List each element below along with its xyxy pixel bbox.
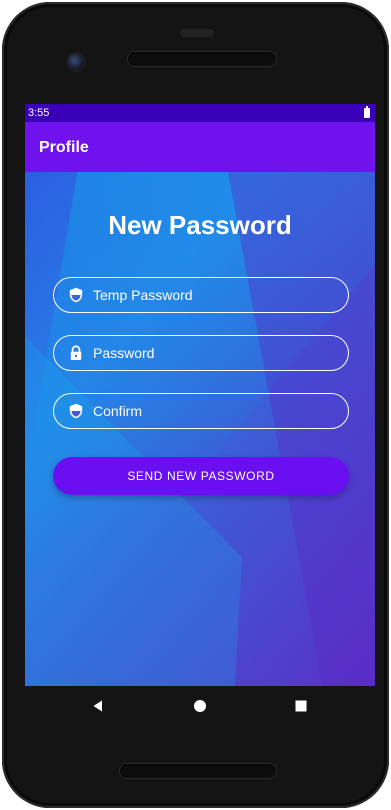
shield-icon [68, 287, 84, 303]
lock-icon [68, 345, 84, 361]
password-input[interactable] [93, 345, 333, 361]
page-title: New Password [108, 210, 292, 240]
phone-frame: 3:55 Profile New Password SEND NEW PASSW… [2, 2, 389, 808]
status-time: 3:55 [28, 107, 50, 119]
battery-icon [364, 106, 370, 118]
app-bar-title: Profile [39, 139, 89, 156]
back-triangle-icon[interactable] [88, 696, 108, 716]
confirm-input[interactable] [93, 403, 333, 419]
temp-password-field[interactable] [53, 277, 349, 313]
recents-square-icon[interactable] [291, 696, 311, 716]
system-nav-bar [25, 686, 375, 726]
new-password-screen: New Password SEND NEW PASSWORD [25, 172, 375, 686]
temp-password-input[interactable] [93, 287, 333, 303]
status-bar: 3:55 [25, 104, 375, 122]
confirm-field[interactable] [53, 393, 349, 429]
shield-icon [68, 403, 84, 419]
bottom-speaker [120, 764, 276, 778]
device-screen: 3:55 Profile New Password SEND NEW PASSW… [25, 104, 375, 686]
password-field[interactable] [53, 335, 349, 371]
earpiece-speaker [128, 52, 276, 66]
send-new-password-button[interactable]: SEND NEW PASSWORD [53, 457, 349, 495]
front-camera [68, 54, 84, 70]
home-circle-icon[interactable] [190, 696, 210, 716]
phone-top-bump [180, 29, 214, 37]
app-bar: Profile [25, 122, 375, 172]
